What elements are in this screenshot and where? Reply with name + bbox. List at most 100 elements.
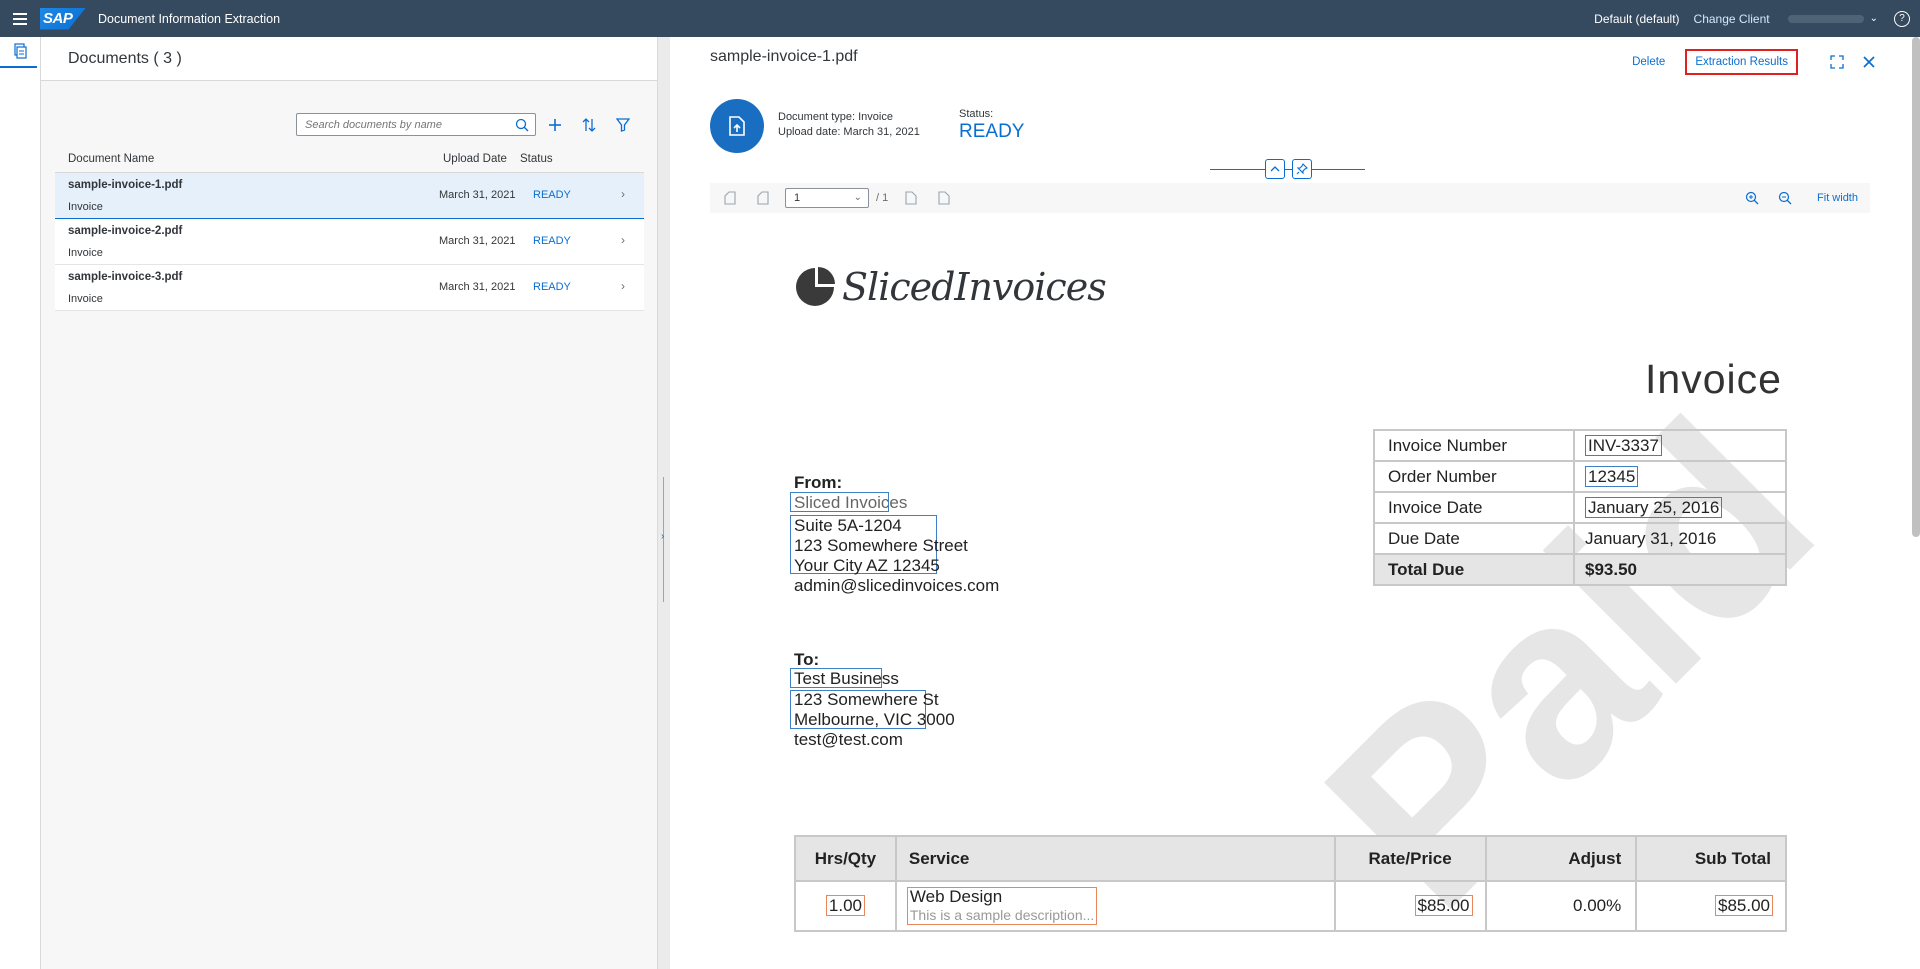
table-row[interactable]: sample-invoice-3.pdf Invoice March 31, 2… <box>55 265 644 311</box>
document-viewer: 1 ⌄ / 1 Fit width Paid SlicedInvoices In… <box>710 183 1870 969</box>
status-label: Status: <box>959 108 994 120</box>
document-upload-date: Upload date: March 31, 2021 <box>778 126 920 138</box>
row-status: READY <box>533 235 571 247</box>
pin-icon <box>1296 163 1308 175</box>
delete-button[interactable]: Delete <box>1632 56 1665 68</box>
previous-page-icon[interactable] <box>755 190 771 206</box>
documents-icon[interactable] <box>12 43 28 59</box>
chevron-right-icon[interactable]: › <box>621 187 625 201</box>
kv-key: Invoice Number <box>1373 429 1575 462</box>
kv-key: Due Date <box>1373 522 1575 555</box>
help-icon[interactable]: ? <box>1894 10 1910 27</box>
row-document-type: Invoice <box>68 247 103 259</box>
chevron-right-icon[interactable]: › <box>621 279 625 293</box>
panel-splitter[interactable]: › <box>657 37 670 969</box>
user-name[interactable] <box>1787 14 1864 23</box>
chevron-down-icon: ⌄ <box>853 192 862 203</box>
plus-icon <box>549 118 561 131</box>
from-address-line2: 123 Somewhere Street <box>794 536 968 555</box>
pin-header-button[interactable] <box>1292 159 1312 179</box>
row-document-name: sample-invoice-2.pdf <box>68 225 183 237</box>
header-divider <box>1210 169 1365 170</box>
kv-value[interactable]: 12345 <box>1573 460 1787 493</box>
shell-bar: SAP Document Information Extraction Defa… <box>0 0 1920 37</box>
qty-value[interactable]: 1.00 <box>825 895 865 916</box>
page-count: / 1 <box>876 192 889 204</box>
chevron-down-icon[interactable]: ⌄ <box>1870 13 1878 24</box>
status-value: READY <box>959 121 1025 142</box>
invoice-number-value[interactable]: INV-3337 <box>1585 434 1662 456</box>
document-upload-icon <box>729 116 745 136</box>
filter-button[interactable] <box>611 113 635 136</box>
column-status[interactable]: Status <box>520 153 580 165</box>
documents-table: Document Name Upload Date Status sample-… <box>55 145 644 311</box>
zoom-in-icon[interactable] <box>1744 190 1760 206</box>
collapse-header-button[interactable] <box>1265 159 1285 179</box>
cell-subtotal: $85.00 <box>1635 880 1787 932</box>
table-row[interactable]: sample-invoice-1.pdf Invoice March 31, 2… <box>55 173 644 219</box>
search-icon[interactable] <box>515 118 529 132</box>
fit-width-button[interactable]: Fit width <box>1817 192 1858 204</box>
logo-text: SlicedInvoices <box>842 265 1107 309</box>
table-row[interactable]: sample-invoice-2.pdf Invoice March 31, 2… <box>55 219 644 265</box>
invoice-date-value[interactable]: January 25, 2016 <box>1585 496 1723 518</box>
column-service: Service <box>894 835 1336 882</box>
row-status: READY <box>533 281 571 293</box>
row-upload-date: March 31, 2021 <box>439 189 516 201</box>
invoice-details-table: Invoice Number INV-3337 Order Number 123… <box>1373 429 1787 586</box>
table-row: Invoice Number INV-3337 <box>1373 429 1787 462</box>
sap-logo: SAP <box>40 7 86 30</box>
page-select[interactable]: 1 ⌄ <box>785 188 869 208</box>
kv-value[interactable]: INV-3337 <box>1573 429 1787 462</box>
first-page-icon[interactable] <box>722 190 738 206</box>
document-meta: Document type: Invoice Upload date: Marc… <box>778 110 920 140</box>
company-logo: SlicedInvoices <box>794 265 1107 309</box>
full-screen-button[interactable] <box>1826 51 1848 73</box>
add-document-button[interactable] <box>543 113 567 136</box>
kv-value[interactable]: January 25, 2016 <box>1573 491 1787 524</box>
table-row: Due Date January 31, 2016 <box>1373 522 1787 555</box>
vertical-scrollbar[interactable] <box>1912 37 1920 537</box>
extraction-results-button[interactable]: Extraction Results <box>1685 49 1798 75</box>
search-field[interactable] <box>296 113 536 136</box>
service-description: This is a sample description... <box>909 907 1095 923</box>
change-client-link[interactable]: Change Client <box>1694 12 1770 26</box>
viewer-toolbar: 1 ⌄ / 1 Fit width <box>710 183 1870 213</box>
document-type: Document type: Invoice <box>778 111 893 123</box>
due-date-value: January 31, 2016 <box>1573 522 1787 555</box>
next-page-icon[interactable] <box>903 190 919 206</box>
row-upload-date: March 31, 2021 <box>439 281 516 293</box>
to-company: Test Business <box>794 669 899 688</box>
kv-key: Invoice Date <box>1373 491 1575 524</box>
column-upload-date[interactable]: Upload Date <box>427 153 520 165</box>
adjust-value: 0.00% <box>1484 880 1638 932</box>
column-subtotal: Sub Total <box>1635 835 1787 882</box>
search-input[interactable] <box>297 114 497 135</box>
to-label: To: <box>794 650 820 669</box>
chevron-right-icon[interactable]: › <box>621 233 625 247</box>
extraction-box[interactable]: Web Design This is a sample description.… <box>906 887 1098 925</box>
kv-key: Total Due <box>1373 553 1575 586</box>
chevron-right-icon[interactable]: › <box>661 531 664 542</box>
sort-button[interactable] <box>577 113 601 136</box>
column-document-name[interactable]: Document Name <box>55 153 427 165</box>
service-name: Web Design <box>909 887 1003 906</box>
menu-icon[interactable] <box>0 0 40 37</box>
logo-pie-icon <box>796 267 835 306</box>
order-number-value[interactable]: 12345 <box>1585 465 1639 487</box>
cell-qty: 1.00 <box>794 880 897 932</box>
column-qty: Hrs/Qty <box>794 835 897 882</box>
pdf-page: Paid SlicedInvoices Invoice From: Sliced… <box>710 213 1870 969</box>
app-title: Document Information Extraction <box>98 11 281 26</box>
kv-key: Order Number <box>1373 460 1575 493</box>
last-page-icon[interactable] <box>936 190 952 206</box>
full-screen-icon <box>1830 55 1844 69</box>
line-items-table: Hrs/Qty Service Rate/Price Adjust Sub To… <box>794 835 1787 932</box>
zoom-out-icon[interactable] <box>1777 190 1793 206</box>
table-row: Invoice Date January 25, 2016 <box>1373 491 1787 524</box>
cell-service: Web Design This is a sample description.… <box>894 880 1336 932</box>
subtotal-value[interactable]: $85.00 <box>1715 895 1773 916</box>
table-row: Total Due $93.50 <box>1373 553 1787 586</box>
close-button[interactable] <box>1858 51 1880 73</box>
rate-value[interactable]: $85.00 <box>1414 895 1473 916</box>
